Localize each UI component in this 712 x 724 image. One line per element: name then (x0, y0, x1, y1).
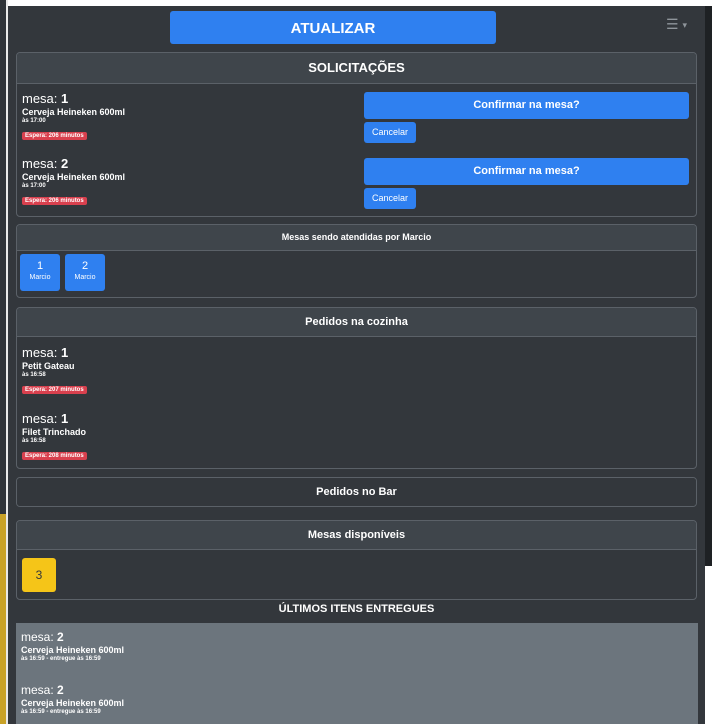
caret-down-icon: ▾ (682, 19, 687, 30)
order-time: às 17:00 (22, 118, 46, 124)
hamburger-icon: ☰ (666, 16, 679, 32)
requests-title: SOLICITAÇÕES (17, 53, 696, 84)
request-order: mesa: 1 Cerveja Heineken 600ml às 17:00 … (22, 91, 352, 142)
available-title: Mesas disponíveis (17, 521, 696, 550)
served-tables-card: Mesas sendo atendidas por Marcio 1 Marci… (16, 224, 697, 298)
table-number: 2 (81, 260, 89, 272)
confirm-button[interactable]: Confirmar na mesa? (364, 158, 689, 185)
cancel-button[interactable]: Cancelar (364, 122, 416, 143)
delivered-list: mesa: 2 Cerveja Heineken 600ml às 16:59 … (16, 623, 698, 724)
kitchen-card: Pedidos na cozinha mesa: 1 Petit Gateau … (16, 307, 697, 469)
wait-badge: Espera: 206 minutos (22, 197, 87, 205)
delivered-item: mesa: 2 Cerveja Heineken 600ml às 16:59 … (21, 683, 124, 715)
available-table-button[interactable]: 3 (22, 558, 56, 592)
delivered-item: mesa: 2 Cerveja Heineken 600ml às 16:59 … (21, 630, 124, 662)
mesa-label: mesa: 1 (22, 345, 69, 360)
table-waiter: Marcio (29, 274, 51, 281)
order-item: Cerveja Heineken 600ml (21, 645, 125, 655)
order-time: às 16:59 - entregue às 16:59 (21, 709, 101, 715)
wait-badge: Espera: 206 minutos (22, 132, 87, 140)
bar-title: Pedidos no Bar (17, 478, 696, 506)
table-button[interactable]: 1 Marcio (20, 254, 60, 291)
cancel-button[interactable]: Cancelar (364, 188, 416, 209)
requests-card: SOLICITAÇÕES mesa: 1 Cerveja Heineken 60… (16, 52, 697, 217)
order-item: Cerveja Heineken 600ml (22, 107, 126, 117)
app-container: ATUALIZAR ☰ ▾ SOLICITAÇÕES mesa: 1 Cerve… (8, 6, 705, 724)
order-time: às 16:58 (22, 438, 46, 444)
confirm-button[interactable]: Confirmar na mesa? (364, 92, 689, 119)
kitchen-order: mesa: 1 Petit Gateau às 16:58 Espera: 20… (22, 345, 352, 396)
order-item: Petit Gateau (22, 361, 75, 371)
order-item: Filet Trinchado (22, 427, 87, 437)
table-number: 1 (36, 260, 44, 272)
table-button[interactable]: 2 Marcio (65, 254, 105, 291)
wait-badge: Espera: 208 minutos (22, 452, 87, 460)
menu-toggle[interactable]: ☰ ▾ (666, 16, 687, 33)
request-order: mesa: 2 Cerveja Heineken 600ml às 17:00 … (22, 156, 352, 207)
delivered-title: ÚLTIMOS ITENS ENTREGUES (278, 603, 435, 615)
kitchen-order: mesa: 1 Filet Trinchado às 16:58 Espera:… (22, 411, 352, 462)
bar-card: Pedidos no Bar (16, 477, 697, 507)
mesa-label: mesa: 2 (22, 156, 69, 171)
mesa-label: mesa: 1 (22, 91, 69, 106)
wait-badge: Espera: 207 minutos (22, 386, 87, 394)
mesa-label: mesa: 1 (22, 411, 69, 426)
refresh-button[interactable]: ATUALIZAR (170, 11, 496, 44)
order-time: às 16:59 - entregue às 16:59 (21, 656, 101, 662)
table-waiter: Marcio (74, 274, 96, 281)
order-item: Cerveja Heineken 600ml (22, 172, 126, 182)
left-edge (0, 0, 8, 724)
scrollbar-track[interactable] (705, 6, 712, 566)
order-time: às 17:00 (22, 183, 46, 189)
available-card: Mesas disponíveis 3 (16, 520, 697, 600)
order-item: Cerveja Heineken 600ml (21, 698, 125, 708)
order-time: às 16:58 (22, 372, 46, 378)
mesa-label: mesa: 2 (21, 683, 64, 697)
kitchen-title: Pedidos na cozinha (17, 308, 696, 337)
mesa-label: mesa: 2 (21, 630, 64, 644)
served-tables-title: Mesas sendo atendidas por Marcio (17, 225, 696, 251)
